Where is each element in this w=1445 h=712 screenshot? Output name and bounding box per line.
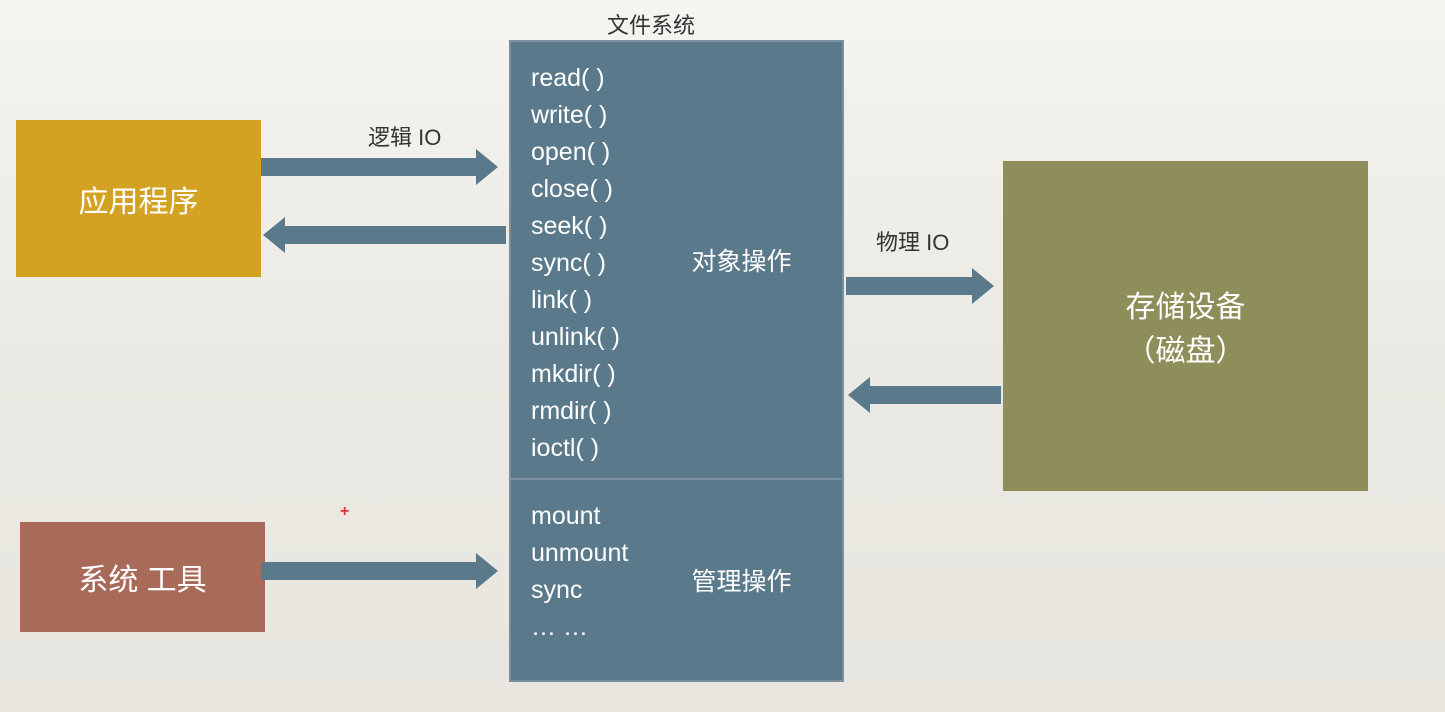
op-item: write( ) — [531, 97, 661, 134]
mgmt-ops-list: mount unmount sync … … — [531, 498, 661, 662]
arrow-storage-to-fs — [868, 386, 1001, 404]
op-item: mkdir( ) — [531, 356, 661, 393]
op-item: rmdir( ) — [531, 393, 661, 430]
filesystem-container: read( ) write( ) open( ) close( ) seek( … — [509, 40, 844, 682]
object-ops-list: read( ) write( ) open( ) close( ) seek( … — [531, 60, 661, 460]
filesystem-mgmt-ops-panel: mount unmount sync … … 管理操作 — [511, 480, 842, 680]
filesystem-object-ops-panel: read( ) write( ) open( ) close( ) seek( … — [511, 42, 842, 480]
object-ops-heading: 对象操作 — [661, 60, 822, 460]
op-item: link( ) — [531, 282, 661, 319]
filesystem-title: 文件系统 — [607, 8, 695, 40]
op-item: seek( ) — [531, 208, 661, 245]
plus-marker: + — [340, 503, 349, 521]
logical-io-label: 逻辑 IO — [368, 120, 441, 152]
arrow-fs-to-storage — [846, 277, 974, 295]
op-item: sync( ) — [531, 245, 661, 282]
arrow-fs-to-app — [283, 226, 506, 244]
op-item: ioctl( ) — [531, 430, 661, 467]
op-item: … … — [531, 609, 661, 646]
storage-box: 存储设备 （磁盘） — [1003, 161, 1368, 491]
system-tools-box: 系统 工具 — [20, 522, 265, 632]
storage-label-1: 存储设备 — [1126, 282, 1246, 326]
physical-io-label: 物理 IO — [876, 225, 949, 257]
op-item: open( ) — [531, 134, 661, 171]
storage-label-2: （磁盘） — [1126, 326, 1246, 370]
application-label: 应用程序 — [79, 177, 199, 221]
op-item: close( ) — [531, 171, 661, 208]
application-box: 应用程序 — [16, 120, 261, 277]
op-item: unmount — [531, 535, 661, 572]
mgmt-ops-heading: 管理操作 — [661, 498, 822, 662]
op-item: read( ) — [531, 60, 661, 97]
system-tools-label: 系统 工具 — [78, 555, 206, 599]
arrow-tools-to-fs — [261, 562, 478, 580]
arrow-app-to-fs — [261, 158, 478, 176]
op-item: mount — [531, 498, 661, 535]
op-item: sync — [531, 572, 661, 609]
op-item: unlink( ) — [531, 319, 661, 356]
